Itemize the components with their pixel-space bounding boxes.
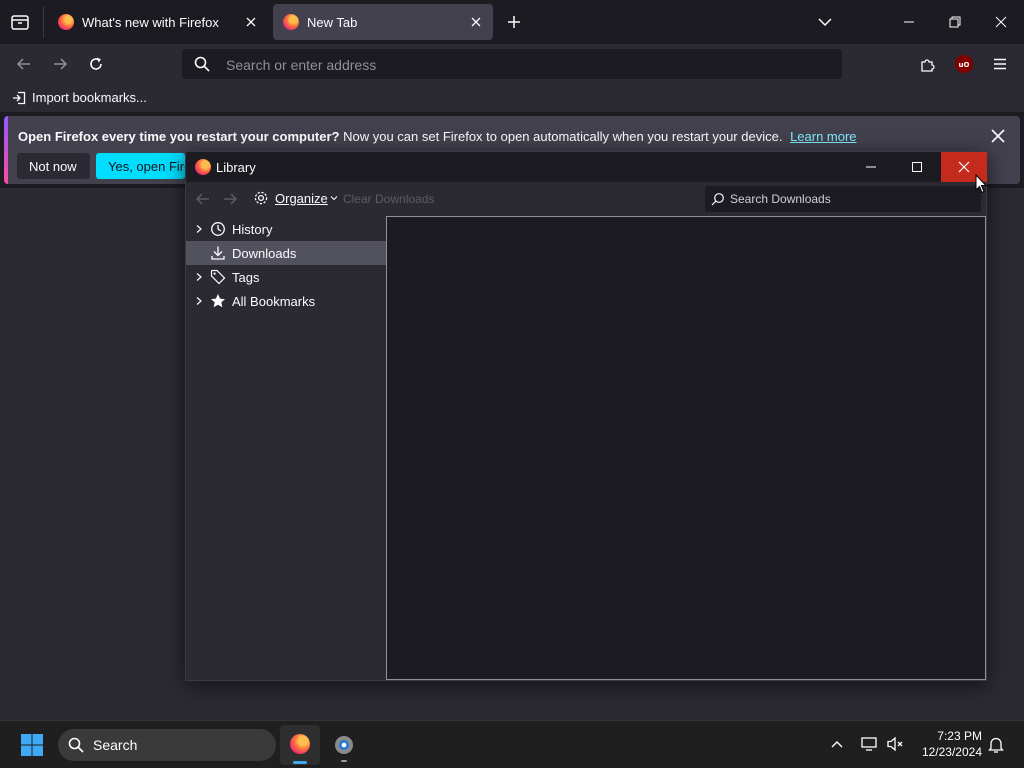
notification-text: Now you can set Firefox to open automati… bbox=[343, 129, 783, 144]
tree-item-tags[interactable]: Tags bbox=[186, 265, 386, 289]
tree-item-label: Downloads bbox=[232, 245, 297, 261]
library-maximize-button[interactable] bbox=[894, 152, 940, 182]
notification-bold-text: Open Firefox every time you restart your… bbox=[18, 129, 340, 144]
taskbar-search-box[interactable]: Search bbox=[58, 729, 276, 761]
import-icon bbox=[13, 91, 26, 104]
tab-title: What's new with Firefox bbox=[82, 14, 219, 30]
library-window: Library Organize Clear Downloads Search bbox=[185, 151, 987, 681]
clock-icon bbox=[211, 222, 225, 236]
star-icon bbox=[211, 294, 225, 308]
yes-open-firefox-button[interactable]: Yes, open Firefox bbox=[96, 153, 185, 179]
new-tab-plus-icon[interactable] bbox=[506, 14, 522, 30]
bookmarks-toolbar: Import bookmarks... bbox=[0, 84, 1024, 112]
organize-label: Organize bbox=[275, 190, 328, 206]
tree-item-downloads[interactable]: Downloads bbox=[186, 241, 386, 265]
library-forward-icon[interactable] bbox=[222, 191, 238, 207]
tag-icon bbox=[210, 269, 226, 285]
downloads-list[interactable] bbox=[386, 216, 986, 680]
menu-hamburger-icon[interactable] bbox=[992, 56, 1008, 72]
import-bookmarks-button[interactable]: Import bookmarks... bbox=[12, 90, 147, 105]
extensions-puzzle-icon[interactable] bbox=[920, 56, 936, 72]
firefox-logo-icon bbox=[58, 14, 74, 30]
library-sidebar-tree: History Downloads Tags All Bookmarks bbox=[186, 216, 386, 680]
back-arrow-icon[interactable] bbox=[16, 56, 32, 72]
notification-bell-icon[interactable] bbox=[988, 736, 1004, 754]
address-placeholder: Search or enter address bbox=[226, 57, 377, 73]
volume-muted-icon[interactable] bbox=[887, 736, 905, 752]
forward-arrow-icon[interactable] bbox=[52, 56, 68, 72]
notification-message: Open Firefox every time you restart your… bbox=[18, 129, 857, 144]
firefox-logo-icon bbox=[283, 14, 299, 30]
taskbar-clock[interactable]: 7:23 PM 12/23/2024 bbox=[912, 728, 982, 760]
search-icon bbox=[194, 56, 210, 72]
tab-strip: What's new with Firefox New Tab bbox=[0, 0, 1024, 44]
firefox-view-icon[interactable] bbox=[8, 10, 32, 34]
ublock-origin-icon[interactable]: uO bbox=[955, 55, 973, 73]
tree-item-label: Tags bbox=[232, 269, 260, 285]
close-window-button[interactable] bbox=[978, 0, 1024, 44]
reload-icon[interactable] bbox=[88, 56, 104, 72]
tab-title: New Tab bbox=[307, 14, 358, 30]
clock-time: 7:23 PM bbox=[937, 729, 982, 743]
tree-item-label: All Bookmarks bbox=[232, 293, 316, 309]
notification-close-icon[interactable] bbox=[990, 128, 1006, 144]
tab-new-tab[interactable]: New Tab bbox=[273, 4, 493, 40]
search-icon bbox=[68, 737, 84, 753]
library-minimize-button[interactable] bbox=[848, 152, 894, 182]
search-downloads-placeholder: Search Downloads bbox=[730, 192, 831, 206]
tab-separator bbox=[43, 6, 44, 38]
clock-date: 12/23/2024 bbox=[921, 745, 982, 759]
firefox-logo-icon bbox=[290, 734, 310, 754]
tree-item-label: History bbox=[232, 221, 273, 237]
learn-more-link[interactable]: Learn more bbox=[790, 129, 856, 144]
minimize-button[interactable] bbox=[886, 0, 932, 44]
taskbar: Search 7:23 PM 12/23/2024 bbox=[0, 720, 1024, 768]
notification-accent-stripe bbox=[4, 116, 8, 184]
chevron-right-icon[interactable] bbox=[194, 224, 204, 234]
library-titlebar: Library bbox=[186, 152, 987, 182]
tab-whats-new[interactable]: What's new with Firefox bbox=[48, 4, 268, 40]
address-bar[interactable]: Search or enter address bbox=[182, 49, 842, 79]
import-bookmarks-label: Import bookmarks... bbox=[32, 90, 147, 105]
network-monitor-icon[interactable] bbox=[861, 736, 879, 752]
svg-text:uO: uO bbox=[959, 61, 970, 69]
mouse-cursor-icon bbox=[975, 174, 987, 194]
gear-icon bbox=[254, 191, 268, 205]
list-all-tabs-chevron-icon[interactable] bbox=[817, 14, 833, 30]
download-icon bbox=[211, 246, 225, 260]
clear-downloads-button[interactable]: Clear Downloads bbox=[343, 192, 434, 206]
tree-item-history[interactable]: History bbox=[186, 217, 386, 241]
restore-button[interactable] bbox=[932, 0, 978, 44]
library-title: Library bbox=[216, 160, 256, 175]
active-app-indicator bbox=[293, 761, 307, 764]
taskbar-firefox-button[interactable] bbox=[280, 725, 320, 765]
library-back-icon[interactable] bbox=[195, 191, 211, 207]
tab-close-icon[interactable] bbox=[469, 15, 483, 29]
show-hidden-icons-chevron-icon[interactable] bbox=[830, 737, 844, 751]
library-toolbar: Organize Clear Downloads Search Download… bbox=[186, 182, 986, 216]
taskbar-search-label: Search bbox=[93, 737, 138, 753]
windows-start-icon[interactable] bbox=[20, 733, 44, 757]
organize-button[interactable]: Organize bbox=[253, 190, 338, 206]
running-app-indicator bbox=[341, 760, 347, 762]
search-downloads-input[interactable]: Search Downloads bbox=[705, 186, 981, 212]
firefox-logo-icon bbox=[195, 159, 211, 175]
chevron-right-icon[interactable] bbox=[194, 272, 204, 282]
nav-bar: Search or enter address uO bbox=[0, 44, 1024, 84]
not-now-button[interactable]: Not now bbox=[17, 153, 90, 179]
tree-item-all-bookmarks[interactable]: All Bookmarks bbox=[186, 289, 386, 313]
chevron-right-icon[interactable] bbox=[194, 296, 204, 306]
tab-close-icon[interactable] bbox=[244, 15, 258, 29]
search-icon bbox=[711, 192, 725, 206]
taskbar-settings-gear-icon[interactable] bbox=[332, 733, 356, 762]
chevron-down-icon bbox=[330, 196, 338, 201]
